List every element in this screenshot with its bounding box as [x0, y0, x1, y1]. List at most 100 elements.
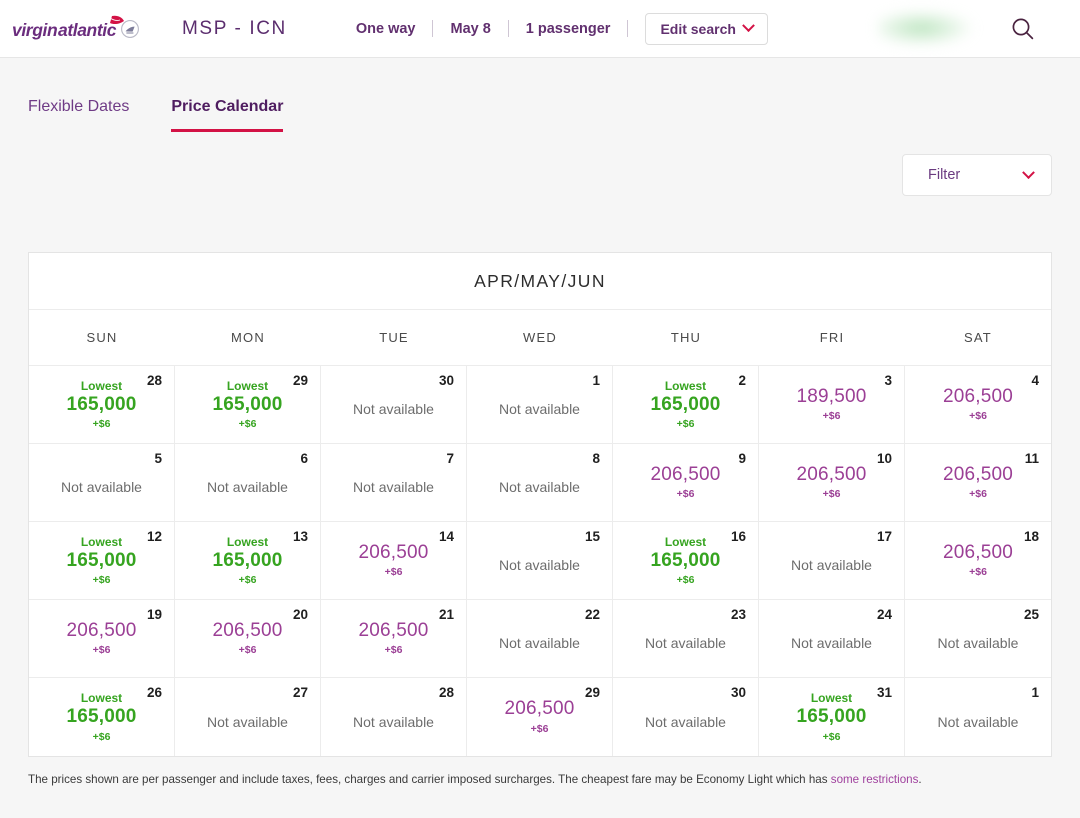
day-header-tue: TUE: [379, 330, 409, 345]
day-number: 13: [292, 529, 308, 544]
calendar-day-cell[interactable]: 26 Lowest 165,000 +$6: [29, 678, 175, 756]
fare-price: 206,500: [358, 541, 429, 563]
day-number: 1: [592, 373, 600, 388]
departure-date-value[interactable]: May 8: [433, 21, 507, 37]
calendar-day-cell: 23 Not available: [613, 600, 759, 678]
tab-price-calendar[interactable]: Price Calendar: [171, 98, 284, 132]
day-number: 7: [446, 451, 454, 466]
price-disclaimer: The prices shown are per passenger and i…: [28, 771, 1052, 788]
unavailable-label: Not available: [61, 479, 142, 495]
trip-type-value[interactable]: One way: [339, 21, 433, 37]
calendar-day-cell[interactable]: 21 206,500 +$6: [321, 600, 467, 678]
day-number: 23: [730, 607, 746, 622]
chevron-down-icon: [1022, 165, 1035, 179]
calendar-day-cell: 25 Not available: [905, 600, 1051, 678]
unavailable-label: Not available: [353, 713, 434, 730]
calendar-day-cell[interactable]: 4 206,500 +$6: [905, 366, 1051, 444]
edit-search-button[interactable]: Edit search: [645, 12, 768, 45]
fare-price: 206,500: [796, 463, 867, 485]
fare-surcharge: +$6: [92, 644, 111, 657]
restrictions-link[interactable]: some restrictions: [831, 773, 919, 786]
calendar-day-cell: 1 Not available: [905, 678, 1051, 756]
day-header-sun: SUN: [86, 330, 118, 345]
calendar-day-cell: 6 Not available: [175, 444, 321, 522]
fare-surcharge: +$6: [676, 418, 695, 431]
search-icon[interactable]: [1010, 16, 1036, 42]
unavailable-label: Not available: [645, 713, 726, 730]
calendar-day-cell[interactable]: 29 206,500 +$6: [467, 678, 613, 756]
fare-surcharge: +$6: [384, 644, 403, 657]
day-number: 20: [292, 607, 308, 622]
fare-surcharge: +$6: [530, 722, 549, 735]
day-number: 12: [146, 529, 162, 544]
lowest-fare-label: Lowest: [226, 378, 269, 393]
lowest-fare-label: Lowest: [80, 378, 123, 393]
fare-price: 206,500: [942, 385, 1014, 407]
day-number: 17: [876, 529, 892, 544]
calendar-day-cell: 30 Not available: [613, 678, 759, 756]
day-number: 25: [1023, 607, 1039, 622]
calendar-day-cell[interactable]: 12 Lowest 165,000 +$6: [29, 522, 175, 600]
calendar-day-cell[interactable]: 16 Lowest 165,000 +$6: [613, 522, 759, 600]
fare-price: 206,500: [942, 541, 1014, 563]
fare-price: 206,500: [358, 619, 429, 641]
calendar-day-cell[interactable]: 14 206,500 +$6: [321, 522, 467, 600]
day-number: 5: [154, 451, 162, 466]
fare-surcharge: +$6: [676, 574, 695, 587]
passenger-count-value[interactable]: 1 passenger: [509, 21, 628, 37]
day-number: 2: [738, 373, 746, 388]
unavailable-label: Not available: [937, 713, 1019, 730]
fare-price: 206,500: [650, 463, 721, 485]
tab-flexible-dates[interactable]: Flexible Dates: [28, 98, 129, 132]
calendar-day-cell: 7 Not available: [321, 444, 467, 522]
calendar-day-cell[interactable]: 20 206,500 +$6: [175, 600, 321, 678]
calendar-day-cell: 30 Not available: [321, 366, 467, 444]
calendar-day-cell[interactable]: 9 206,500 +$6: [613, 444, 759, 522]
day-number: 1: [1031, 685, 1039, 700]
virgin-atlantic-logo[interactable]: virgin atlantic: [10, 12, 140, 46]
calendar-day-cell[interactable]: 18 206,500 +$6: [905, 522, 1051, 600]
disclaimer-trailing: .: [918, 773, 922, 786]
calendar-day-cell[interactable]: 19 206,500 +$6: [29, 600, 175, 678]
svg-text:virgin: virgin: [12, 20, 57, 40]
calendar-day-cell: 5 Not available: [29, 444, 175, 522]
fare-surcharge: +$6: [238, 418, 257, 431]
calendar-day-cell[interactable]: 31 Lowest 165,000 +$6: [759, 678, 905, 756]
day-number: 14: [438, 529, 454, 544]
day-number: 21: [438, 607, 454, 622]
calendar-day-cell: 17 Not available: [759, 522, 905, 600]
calendar-month-title: APR/MAY/JUN: [29, 253, 1051, 310]
day-number: 30: [438, 373, 454, 388]
calendar-day-cell[interactable]: 11 206,500 +$6: [905, 444, 1051, 522]
day-number: 4: [1031, 373, 1039, 388]
lowest-fare-label: Lowest: [226, 534, 269, 549]
calendar-day-cell[interactable]: 29 Lowest 165,000 +$6: [175, 366, 321, 444]
fare-surcharge: +$6: [238, 644, 257, 657]
calendar-day-cell[interactable]: 10 206,500 +$6: [759, 444, 905, 522]
day-number: 19: [146, 607, 162, 622]
fare-price: 206,500: [504, 698, 575, 720]
svg-text:atlantic: atlantic: [58, 20, 117, 40]
unavailable-label: Not available: [353, 401, 434, 417]
day-number: 16: [730, 529, 746, 544]
fare-surcharge: +$6: [92, 418, 111, 431]
calendar-day-cell[interactable]: 28 Lowest 165,000 +$6: [29, 366, 175, 444]
calendar-day-cell[interactable]: 3 189,500 +$6: [759, 366, 905, 444]
fare-price: 165,000: [650, 393, 721, 415]
calendar-day-cell[interactable]: 13 Lowest 165,000 +$6: [175, 522, 321, 600]
day-number: 27: [292, 685, 308, 700]
fare-surcharge: +$6: [822, 488, 841, 501]
fare-price: 189,500: [796, 385, 867, 407]
filter-button[interactable]: Filter: [902, 154, 1052, 196]
calendar-day-cell[interactable]: 2 Lowest 165,000 +$6: [613, 366, 759, 444]
unavailable-label: Not available: [791, 557, 872, 573]
day-number: 9: [738, 451, 746, 466]
calendar-grid: 28 Lowest 165,000 +$6 29 Lowest 165,000 +$6 30 No…: [29, 366, 1051, 756]
fare-price: 165,000: [66, 549, 137, 571]
fare-surcharge: +$6: [238, 574, 257, 587]
fare-price: 165,000: [796, 706, 867, 728]
day-number: 31: [876, 685, 892, 700]
unavailable-label: Not available: [353, 479, 434, 495]
calendar-day-headers: SUN MON TUE WED THU FRI SAT: [29, 310, 1051, 366]
lowest-fare-label: Lowest: [810, 691, 853, 706]
